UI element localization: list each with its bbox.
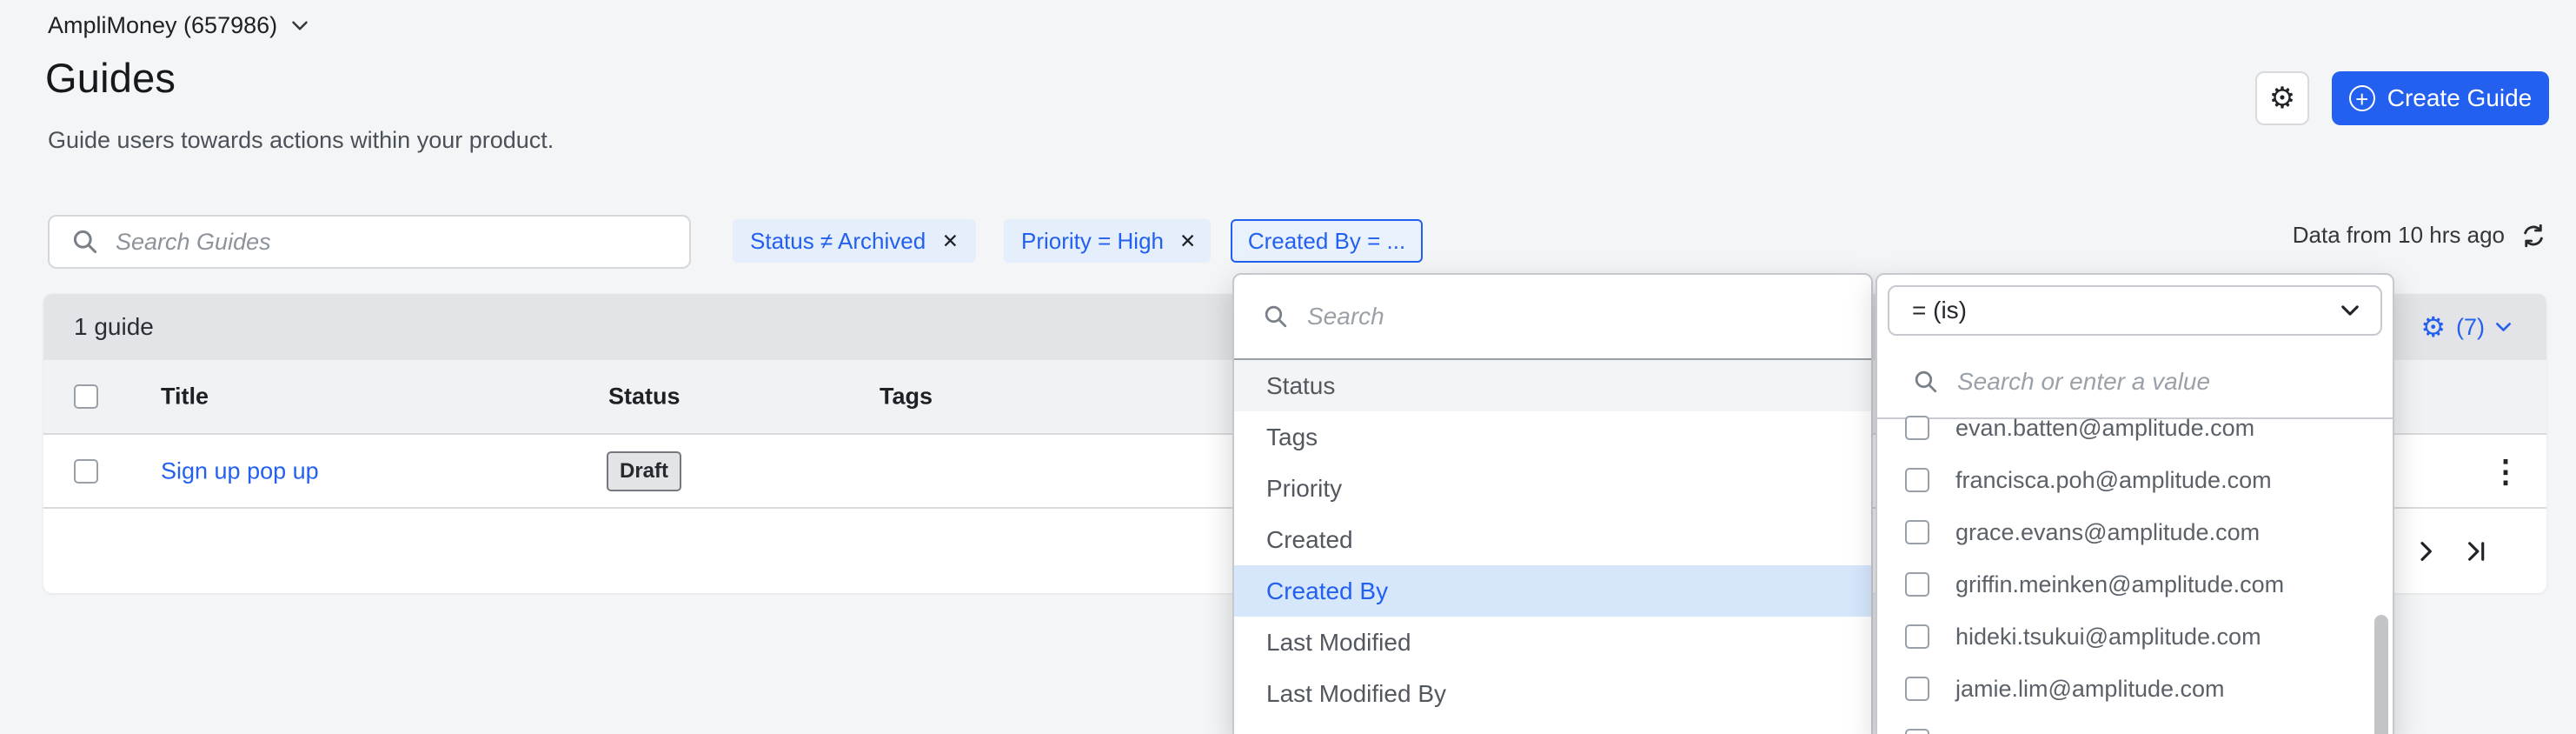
list-item[interactable]: francisca.poh@amplitude.com <box>1877 454 2393 506</box>
status-badge: Draft <box>607 451 681 491</box>
chevron-down-icon <box>2340 304 2360 317</box>
email-checkbox[interactable] <box>1905 468 1929 492</box>
email-checkbox[interactable] <box>1905 520 1929 544</box>
property-item-last-modified-by[interactable]: Last Modified By <box>1234 668 1871 719</box>
operator-select[interactable]: = (is) <box>1888 285 2382 336</box>
email-option-label: grace.evans@amplitude.com <box>1955 519 2260 546</box>
guide-count: 1 guide <box>74 313 154 341</box>
filter-chip-created-by[interactable]: Created By = ... <box>1231 219 1423 263</box>
property-item-last-modified[interactable]: Last Modified <box>1234 617 1871 668</box>
create-guide-label: Create Guide <box>2387 84 2533 112</box>
value-search-input[interactable] <box>1955 345 2393 418</box>
email-option-label: evan.batten@amplitude.com <box>1955 415 2254 442</box>
email-checkbox[interactable] <box>1905 572 1929 597</box>
value-options-list: evan.batten@amplitude.com francisca.poh@… <box>1877 410 2393 734</box>
chevron-down-icon <box>291 20 309 31</box>
pagination-last-icon[interactable] <box>2467 541 2486 562</box>
gear-icon: ⚙ <box>2269 83 2295 113</box>
close-icon[interactable]: ✕ <box>942 231 959 251</box>
project-switcher[interactable]: AmpliMoney (657986) <box>48 12 309 39</box>
email-option-label: francisca.poh@amplitude.com <box>1955 467 2272 494</box>
operator-value: = (is) <box>1912 297 1967 324</box>
search-guides-input[interactable] <box>114 216 689 268</box>
filter-chip-status[interactable]: Status ≠ Archived ✕ <box>733 219 976 263</box>
property-item-created[interactable]: Created <box>1234 514 1871 565</box>
value-search <box>1877 346 2393 419</box>
search-icon <box>1914 370 1938 394</box>
property-item-created-by[interactable]: Created By <box>1234 565 1871 617</box>
search-icon <box>72 229 98 255</box>
column-settings-control[interactable]: ⚙ (7) <box>2420 313 2512 341</box>
property-item-tags[interactable]: Tags <box>1234 411 1871 463</box>
project-name: AmpliMoney (657986) <box>48 12 277 39</box>
refresh-icon[interactable] <box>2520 223 2546 249</box>
column-header-status[interactable]: Status <box>608 384 681 410</box>
search-icon <box>1264 304 1288 329</box>
chevron-down-icon <box>2495 322 2512 332</box>
filter-chip-status-label: Status ≠ Archived <box>750 228 926 255</box>
filter-chip-priority-label: Priority = High <box>1021 228 1164 255</box>
column-count-badge: (7) <box>2456 314 2485 341</box>
create-guide-button[interactable]: + Create Guide <box>2332 71 2549 125</box>
page-title: Guides <box>45 54 176 102</box>
guides-settings-button[interactable]: ⚙ <box>2255 71 2309 125</box>
email-checkbox[interactable] <box>1905 624 1929 649</box>
email-checkbox[interactable] <box>1905 416 1929 440</box>
property-search <box>1234 275 1871 360</box>
guides-page: AmpliMoney (657986) Guides Guide users t… <box>0 0 2576 734</box>
page-subtitle: Guide users towards actions within your … <box>48 127 554 154</box>
property-item-status[interactable]: Status <box>1234 360 1871 411</box>
list-item[interactable]: jamie.lim@amplitude.com <box>1877 663 2393 715</box>
scrollbar-thumb[interactable] <box>2374 615 2388 734</box>
list-item[interactable] <box>1877 715 2393 734</box>
email-checkbox[interactable] <box>1905 677 1929 701</box>
close-icon[interactable]: ✕ <box>1179 231 1196 251</box>
data-freshness: Data from 10 hrs ago <box>2293 222 2546 249</box>
guide-title-link[interactable]: Sign up pop up <box>161 457 319 484</box>
data-freshness-label: Data from 10 hrs ago <box>2293 222 2505 249</box>
list-item[interactable]: hideki.tsukui@amplitude.com <box>1877 611 2393 663</box>
column-header-tags[interactable]: Tags <box>880 384 933 410</box>
pagination-next-icon[interactable] <box>2419 541 2433 562</box>
property-item-priority[interactable]: Priority <box>1234 463 1871 514</box>
filter-chip-priority[interactable]: Priority = High ✕ <box>1004 219 1211 263</box>
list-item[interactable]: grace.evans@amplitude.com <box>1877 506 2393 558</box>
guides-search <box>48 215 691 269</box>
email-option-label: hideki.tsukui@amplitude.com <box>1955 624 2261 651</box>
email-checkbox[interactable] <box>1905 729 1929 734</box>
property-dropdown: Status Tags Priority Created Created By … <box>1232 273 1873 734</box>
property-search-input[interactable] <box>1305 274 1871 359</box>
list-item[interactable]: griffin.meinken@amplitude.com <box>1877 558 2393 611</box>
row-checkbox[interactable] <box>74 459 98 484</box>
column-header-title[interactable]: Title <box>161 384 209 410</box>
email-option-label: jamie.lim@amplitude.com <box>1955 676 2225 703</box>
value-dropdown: = (is) evan.batten@amplitude.com francis… <box>1876 273 2394 734</box>
gear-icon: ⚙ <box>2420 313 2446 341</box>
email-option-label: griffin.meinken@amplitude.com <box>1955 571 2284 598</box>
row-kebab-menu-icon[interactable]: ⋮ <box>2481 452 2530 490</box>
list-item[interactable]: evan.batten@amplitude.com <box>1877 410 2393 454</box>
select-all-checkbox[interactable] <box>74 384 98 409</box>
plus-circle-icon: + <box>2349 85 2375 111</box>
filter-chip-created-by-label: Created By = ... <box>1248 228 1405 255</box>
